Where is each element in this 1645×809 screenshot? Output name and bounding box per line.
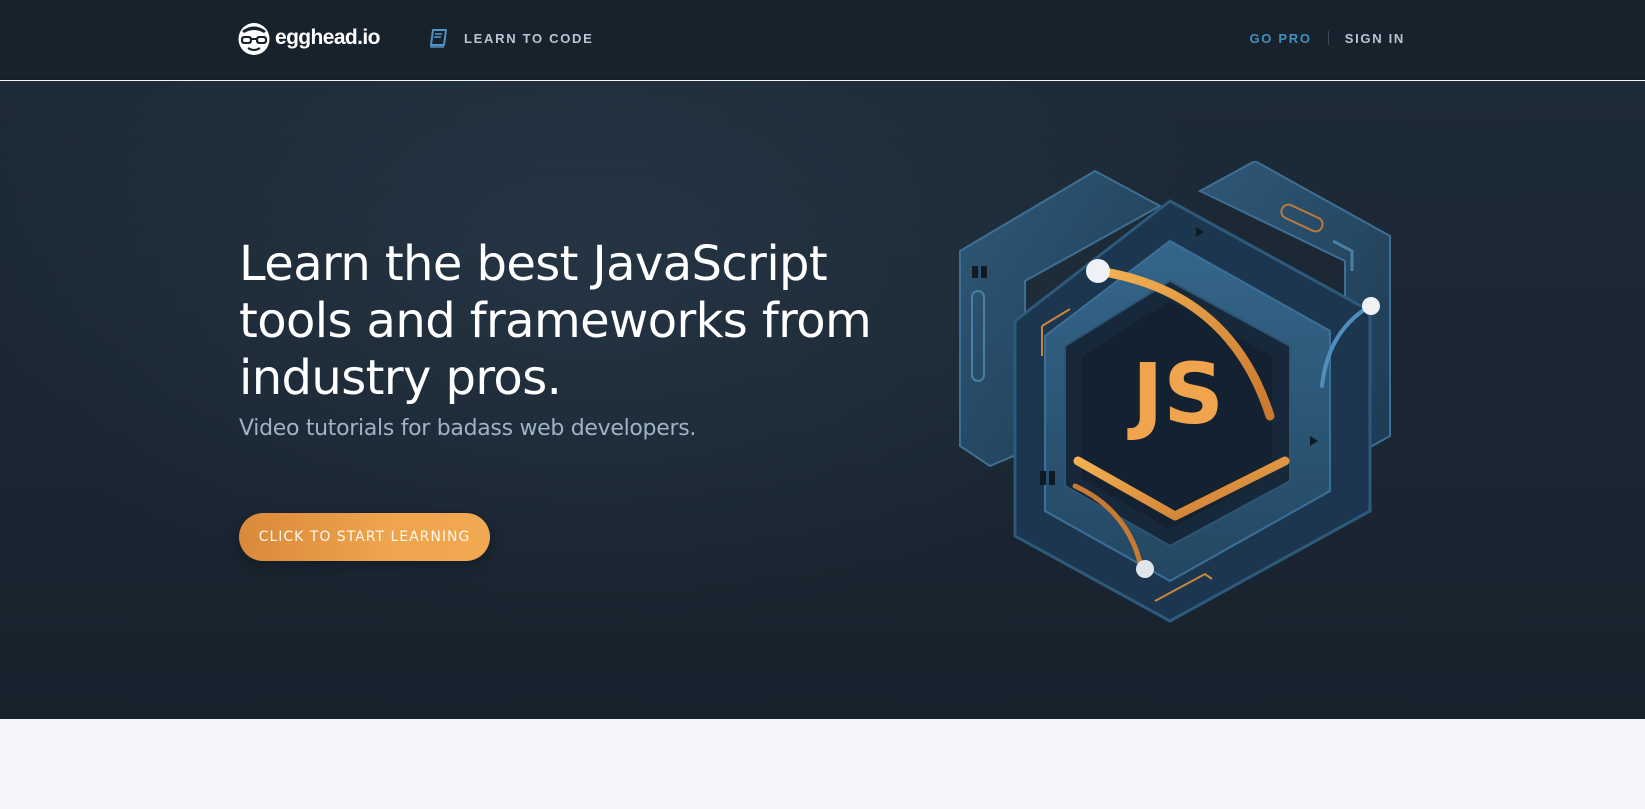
logo-text: egghead.io bbox=[275, 26, 380, 49]
egghead-logo-icon bbox=[238, 23, 270, 55]
top-nav-bar: egghead.io LEARN TO CODE GO PRO SIGN IN bbox=[0, 0, 1645, 80]
js-label: JS bbox=[1127, 345, 1224, 443]
hero-headline: Learn the best JavaScript tools and fram… bbox=[239, 236, 872, 406]
hero-subhead: Video tutorials for badass web developer… bbox=[239, 416, 697, 441]
start-learning-button[interactable]: CLICK TO START LEARNING bbox=[239, 513, 490, 561]
book-icon bbox=[430, 29, 447, 48]
javascript-hexagon-illustration: JS bbox=[959, 161, 1391, 623]
go-pro-link[interactable]: GO PRO bbox=[1249, 31, 1311, 46]
learn-to-code-label: LEARN TO CODE bbox=[464, 30, 594, 46]
learn-to-code-link[interactable]: LEARN TO CODE bbox=[428, 26, 593, 50]
egghead-logo-link[interactable]: egghead.io bbox=[237, 20, 380, 56]
account-nav: GO PRO SIGN IN bbox=[1249, 28, 1405, 48]
page-below-fold bbox=[0, 719, 1645, 809]
sign-in-link[interactable]: SIGN IN bbox=[1345, 31, 1405, 46]
hero-section: Learn the best JavaScript tools and fram… bbox=[0, 81, 1645, 719]
nav-divider bbox=[1327, 31, 1329, 45]
